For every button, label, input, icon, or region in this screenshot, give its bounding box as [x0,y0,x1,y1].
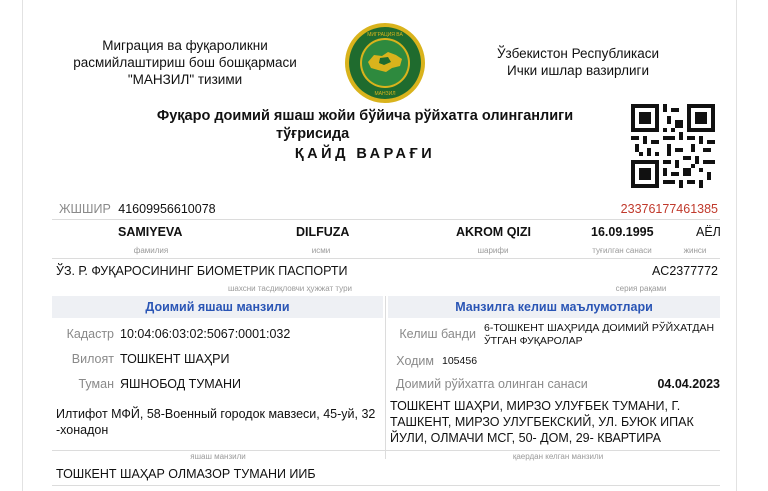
arrived-from-line1: ТОШКЕНТ ШАҲРИ, МИРЗО УЛУҒБЕК ТУМАНИ, Г. [390,399,681,413]
patronymic-caption: шарифи [477,246,509,255]
divider [52,219,720,220]
arrival-info-heading: Манзилга келиш маълумотлари [388,296,720,318]
arrival-label: Келиш банди [399,327,476,341]
cadastre-value: 10:04:06:03:02:5067:0001:032 [120,327,291,341]
arrived-from-line2: ТАШКЕНТ, МИРЗО УЛУГБЕКСКИЙ, УЛ. БУЮК ИПА… [390,415,694,429]
name-caption: исми [311,246,331,255]
patronymic-value: AKROM QIZI [456,225,531,239]
divider [52,258,720,259]
issuer-right: Ўзбекистон Республикаси Ички ишлар вазир… [462,45,694,79]
region-value: ТОШКЕНТ ШАҲРИ [120,352,230,366]
document-series: AC2377772 [651,264,718,278]
page-border-right [736,0,737,491]
jshshir-value: 41609956610078 [118,202,216,216]
address-line1: Илтифот МФЙ, 58-Военный городок мавзеси,… [56,407,376,421]
document-type-caption: шахсни тасдиқловчи ҳужжат тури [227,284,353,293]
permanent-address-heading: Доимий яшаш манзили [52,296,383,318]
record-number: 23376177461385 [620,202,718,216]
issuer-right-line2: Ички ишлар вазирлиги [507,63,649,78]
surname-caption: фамилия [133,246,169,255]
arrived-from-line3: ЙУЛИ, ОЛМАЧИ МСГ, 50- ДОМ, 29- КВАРТИРА [390,431,662,445]
issuer-left: Миграция ва фуқароликни расмийлаштириш б… [62,37,308,88]
cadastre-label: Кадастр [66,327,114,341]
arrived-from-caption: қаердан келган манзили [512,452,604,461]
title-line3: ҚАЙД ВАРАҒИ [294,146,436,162]
arrival-value-line1: 6-ТОШКЕНТ ШАҲРИДА ДОИМИЙ РЎЙХАТДАН [484,322,715,334]
arrival-value-line2: ЎТГАН ФУҚАРОЛАР [484,335,583,347]
address-text: Илтифот МФЙ, 58-Военный городок мавзеси,… [56,406,386,438]
name-value: DILFUZA [296,225,350,239]
series-caption: серия рақами [615,284,667,293]
svg-text:МАНЗИЛ: МАНЗИЛ [374,91,395,97]
employee-value: 105456 [442,355,478,367]
birth-date-caption: туғилган санаси [592,246,652,255]
gender-caption: жинси [683,246,707,255]
arrival-value: 6-ТОШКЕНТ ШАҲРИДА ДОИМИЙ РЎЙХАТДАН ЎТГАН… [484,322,714,348]
title-line2: тўғрисида [276,126,350,142]
divider [52,485,720,486]
document-type: ЎЗ. Р. ФУҚАРОСИНИНГ БИОМЕТРИК ПАСПОРТИ [56,264,348,278]
district-label: Туман [78,377,115,391]
address-line2: -хонадон [56,423,109,437]
registering-office: ТОШКЕНТ ШАҲАР ОЛМАЗОР ТУМАНИ ИИБ [56,467,316,481]
registration-date-label: Доимий рўйхатга олинган санаси [396,377,588,391]
issuer-left-line3: "МАНЗИЛ" тизими [127,72,243,87]
ministry-emblem-icon: МИГРАЦИЯ ВА МАНЗИЛ [345,23,425,103]
svg-text:МИГРАЦИЯ ВА: МИГРАЦИЯ ВА [367,32,403,38]
surname-value: SAMIYEVA [118,225,183,239]
name-row: SAMIYEVA DILFUZA AKROM QIZI 16.09.1995 А… [52,225,721,243]
qr-code-icon [631,104,715,188]
arrived-from-address: ТОШКЕНТ ШАҲРИ, МИРЗО УЛУҒБЕК ТУМАНИ, Г. … [390,398,718,446]
issuer-left-line1: Миграция ва фуқароликни [102,38,268,53]
gender-value: АЁЛ [696,225,721,239]
address-caption: яшаш манзили [190,452,246,461]
district-value: ЯШНОБОД ТУМАНИ [120,377,242,391]
document-title: Фуқаро доимий яшаш жойи бўйича рўйхатга … [120,107,610,143]
birth-date-value: 16.09.1995 [591,225,654,239]
jshshir-label: ЖШШИР [59,202,111,216]
title-line1: Фуқаро доимий яшаш жойи бўйича рўйхатга … [156,108,574,124]
page-border-left [22,0,23,491]
issuer-right-line1: Ўзбекистон Республикаси [496,46,660,61]
jshshir-row: ЖШШИР 41609956610078 [59,202,216,216]
divider [52,450,720,451]
issuer-left-line2: расмийлаштириш бош бошқармаси [73,55,297,70]
registration-date-value: 04.04.2023 [657,377,720,391]
region-label: Вилоят [71,352,114,366]
employee-label: Ходим [396,354,434,368]
